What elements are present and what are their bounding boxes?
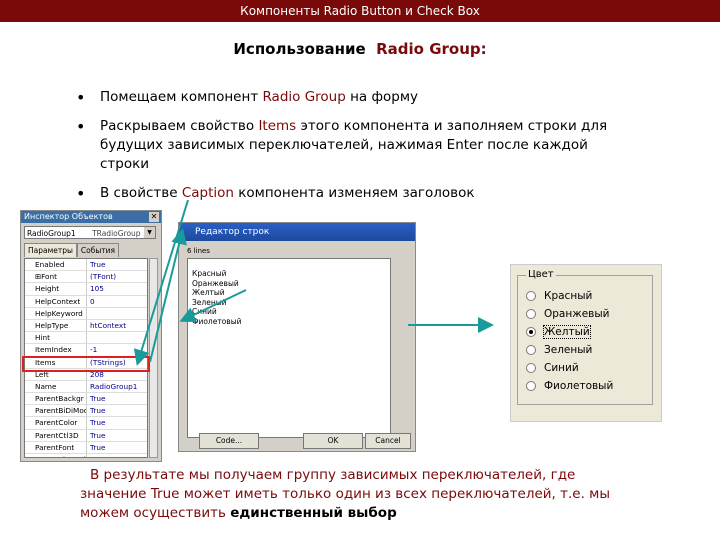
conclusion-strong: единственный выбор [230, 505, 397, 521]
arrow-to-editor [149, 228, 187, 363]
arrow-to-memo [179, 289, 247, 323]
arrow-to-items [133, 199, 189, 366]
annotation-arrows [133, 199, 494, 366]
conclusion-text: В результате мы получаем группу зависимы… [80, 466, 640, 523]
